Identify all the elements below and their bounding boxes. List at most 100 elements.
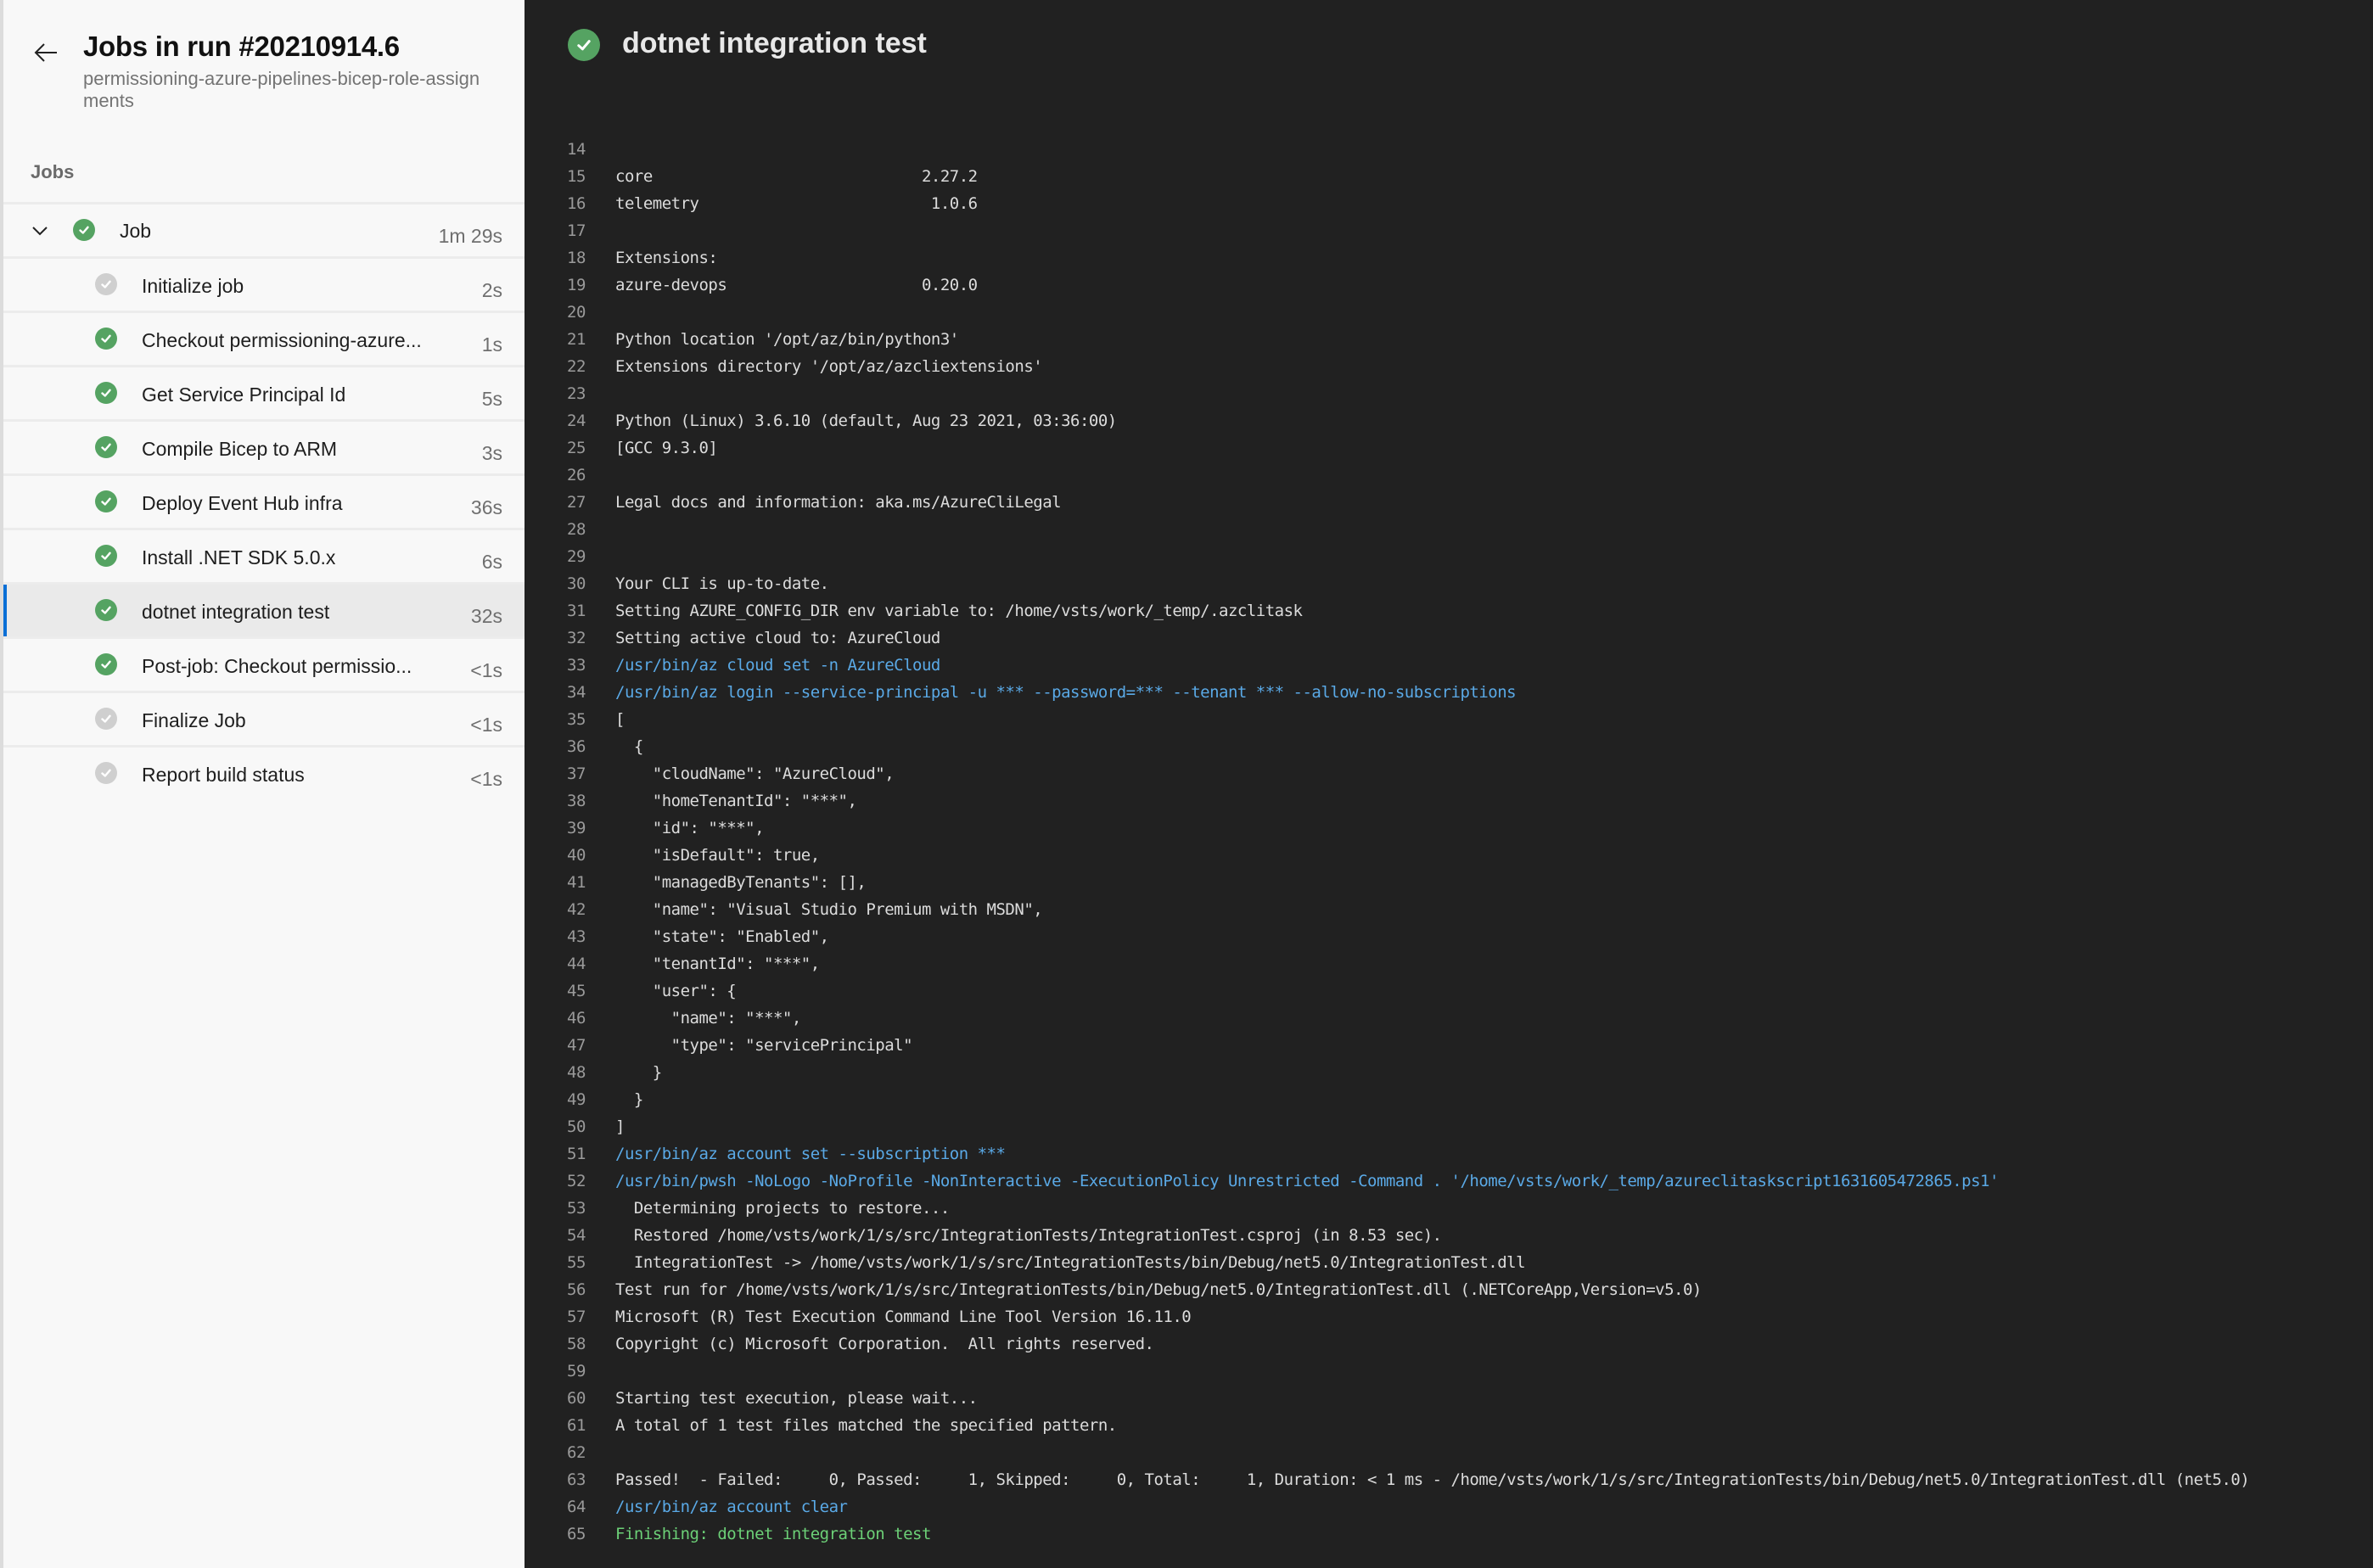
success-check-icon bbox=[73, 219, 95, 241]
line-text: } bbox=[615, 1090, 643, 1109]
line-text: "tenantId": "***", bbox=[615, 955, 820, 973]
log-line: 34 /usr/bin/az login --service-principal… bbox=[525, 679, 2373, 706]
step-duration: 3s bbox=[481, 442, 502, 464]
skipped-check-icon bbox=[95, 762, 117, 784]
line-number: 61 bbox=[567, 1416, 586, 1435]
log-line: 57 Microsoft (R) Test Execution Command … bbox=[525, 1303, 2373, 1330]
log-line: 56 Test run for /home/vsts/work/1/s/src/… bbox=[525, 1276, 2373, 1303]
log-line: 59 bbox=[525, 1358, 2373, 1385]
step-duration: 1s bbox=[481, 333, 502, 356]
job-row[interactable]: Job 1m 29s bbox=[3, 202, 525, 256]
line-text: { bbox=[615, 737, 643, 756]
step-row-compile-bicep-to-arm[interactable]: Compile Bicep to ARM 3s bbox=[3, 419, 525, 473]
arrow-left-icon bbox=[33, 42, 59, 68]
line-text: "name": "***", bbox=[615, 1009, 802, 1028]
line-text: /usr/bin/pwsh -NoLogo -NoProfile -NonInt… bbox=[615, 1172, 1999, 1190]
line-text: /usr/bin/az cloud set -n AzureCloud bbox=[615, 656, 940, 675]
line-number: 27 bbox=[567, 493, 586, 512]
log-line: 15 core 2.27.2 bbox=[525, 163, 2373, 190]
step-row-finalize-job[interactable]: Finalize Job <1s bbox=[3, 691, 525, 745]
line-number: 36 bbox=[567, 737, 586, 756]
line-number: 49 bbox=[567, 1090, 586, 1109]
line-number: 28 bbox=[567, 520, 586, 539]
line-number: 52 bbox=[567, 1172, 586, 1190]
log-line: 29 bbox=[525, 543, 2373, 570]
log-line: 26 bbox=[525, 462, 2373, 489]
line-text: A total of 1 test files matched the spec… bbox=[615, 1416, 1117, 1435]
log-line: 63 Passed! - Failed: 0, Passed: 1, Skipp… bbox=[525, 1466, 2373, 1493]
step-duration: 36s bbox=[470, 496, 502, 518]
success-check-icon bbox=[568, 29, 600, 61]
log-line: 24 Python (Linux) 3.6.10 (default, Aug 2… bbox=[525, 407, 2373, 434]
log-line: 25 [GCC 9.3.0] bbox=[525, 434, 2373, 462]
step-label: Initialize job bbox=[142, 275, 244, 297]
log-line: 17 bbox=[525, 217, 2373, 244]
line-text: "id": "***", bbox=[615, 819, 765, 837]
step-label: Finalize Job bbox=[142, 709, 246, 731]
step-row-install-net-sdk-5-0-x[interactable]: Install .NET SDK 5.0.x 6s bbox=[3, 528, 525, 582]
line-number: 47 bbox=[567, 1036, 586, 1055]
step-label: Post-job: Checkout permissio... bbox=[142, 655, 412, 677]
log-line: 41 "managedByTenants": [], bbox=[525, 869, 2373, 896]
line-number: 26 bbox=[567, 466, 586, 484]
step-duration: <1s bbox=[470, 768, 502, 790]
log-line: 50 ] bbox=[525, 1113, 2373, 1140]
line-text: "type": "servicePrincipal" bbox=[615, 1036, 913, 1055]
step-row-deploy-event-hub-infra[interactable]: Deploy Event Hub infra 36s bbox=[3, 473, 525, 528]
log-line: 39 "id": "***", bbox=[525, 815, 2373, 842]
line-number: 22 bbox=[567, 357, 586, 376]
step-label: dotnet integration test bbox=[142, 601, 330, 623]
log-line: 37 "cloudName": "AzureCloud", bbox=[525, 760, 2373, 787]
line-text: azure-devops 0.20.0 bbox=[615, 276, 978, 294]
step-duration: 5s bbox=[481, 388, 502, 410]
success-check-icon bbox=[95, 436, 117, 458]
log-line: 49 } bbox=[525, 1086, 2373, 1113]
back-button[interactable] bbox=[31, 39, 61, 70]
step-duration: 6s bbox=[481, 551, 502, 573]
line-text: } bbox=[615, 1063, 662, 1082]
jobs-sidebar: Jobs in run #20210914.6 permissioning-az… bbox=[0, 0, 525, 1568]
step-row-post-job-checkout-permissio[interactable]: Post-job: Checkout permissio... <1s bbox=[3, 636, 525, 691]
line-text: Your CLI is up-to-date. bbox=[615, 574, 829, 593]
line-text: "homeTenantId": "***", bbox=[615, 792, 857, 810]
step-row-report-build-status[interactable]: Report build status <1s bbox=[3, 745, 525, 799]
line-text: "isDefault": true, bbox=[615, 846, 820, 865]
step-row-get-service-principal-id[interactable]: Get Service Principal Id 5s bbox=[3, 365, 525, 419]
line-number: 30 bbox=[567, 574, 586, 593]
log-line: 35 [ bbox=[525, 706, 2373, 733]
steps-list: Initialize job 2s Checkout permissioning… bbox=[3, 256, 525, 799]
line-number: 48 bbox=[567, 1063, 586, 1082]
log-line: 44 "tenantId": "***", bbox=[525, 950, 2373, 977]
line-text: "managedByTenants": [], bbox=[615, 873, 867, 892]
log-line: 47 "type": "servicePrincipal" bbox=[525, 1032, 2373, 1059]
line-number: 50 bbox=[567, 1117, 586, 1136]
line-number: 15 bbox=[567, 167, 586, 186]
success-check-icon bbox=[95, 653, 117, 675]
line-number: 24 bbox=[567, 412, 586, 430]
step-row-initialize-job[interactable]: Initialize job 2s bbox=[3, 256, 525, 311]
line-number: 29 bbox=[567, 547, 586, 566]
line-number: 63 bbox=[567, 1470, 586, 1489]
run-title: Jobs in run #20210914.6 bbox=[83, 31, 400, 62]
line-text: Restored /home/vsts/work/1/s/src/Integra… bbox=[615, 1226, 1442, 1245]
success-check-icon bbox=[95, 490, 117, 512]
step-duration: <1s bbox=[470, 714, 502, 736]
line-text: Passed! - Failed: 0, Passed: 1, Skipped:… bbox=[615, 1470, 2250, 1489]
step-label: Checkout permissioning-azure... bbox=[142, 329, 422, 351]
log-line: 58 Copyright (c) Microsoft Corporation. … bbox=[525, 1330, 2373, 1358]
step-duration: 32s bbox=[470, 605, 502, 627]
line-number: 46 bbox=[567, 1009, 586, 1028]
step-row-dotnet-integration-test[interactable]: dotnet integration test 32s bbox=[3, 582, 525, 636]
line-text: Setting AZURE_CONFIG_DIR env variable to… bbox=[615, 602, 1303, 620]
line-text: [ bbox=[615, 710, 625, 729]
line-number: 44 bbox=[567, 955, 586, 973]
log-output[interactable]: 14 15 core 2.27.2 16 telemetry 1.0.6 17 … bbox=[525, 136, 2373, 1548]
skipped-check-icon bbox=[95, 273, 117, 295]
line-number: 43 bbox=[567, 927, 586, 946]
step-label: Install .NET SDK 5.0.x bbox=[142, 546, 336, 568]
chevron-down-icon[interactable] bbox=[31, 221, 49, 240]
line-text: /usr/bin/az login --service-principal -u… bbox=[615, 683, 1517, 702]
line-text: "cloudName": "AzureCloud", bbox=[615, 764, 895, 783]
step-row-checkout-permissioning-azure[interactable]: Checkout permissioning-azure... 1s bbox=[3, 311, 525, 365]
line-number: 64 bbox=[567, 1498, 586, 1516]
